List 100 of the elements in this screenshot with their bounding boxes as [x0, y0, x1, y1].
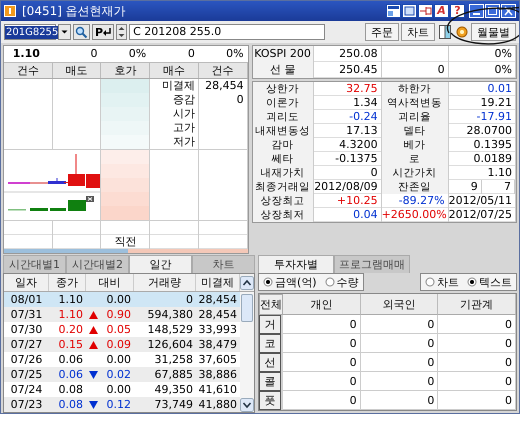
help-button[interactable]: ? [450, 4, 465, 18]
table-cell-text: 0 [185, 292, 194, 307]
table-cell-text: 31,258 [154, 352, 194, 367]
table-cell-text: 49,350 [154, 382, 194, 397]
table-cell-text: 28,454 [198, 307, 238, 322]
layout-icon[interactable] [386, 4, 401, 18]
stat-label: 쎄타 [252, 152, 314, 166]
scrollbar[interactable] [240, 292, 254, 412]
stat-label: 내재가치 [252, 166, 314, 180]
table-cell: 0 [283, 315, 361, 334]
table-cell-text: 07/23 [10, 397, 44, 412]
table-cell: 0 [360, 315, 438, 334]
stat-label: 감마 [252, 138, 314, 152]
info-label: 미결제 [150, 79, 199, 93]
column-header: 호가 [101, 63, 150, 78]
table-row[interactable]: 07/31 1.10 0.90 594,380 28,454 [4, 307, 240, 322]
market-button[interactable]: 전체 [259, 294, 283, 315]
market-button[interactable]: 코 [259, 334, 281, 353]
tab[interactable]: 시간대별2 [66, 255, 129, 273]
stat-value: 19.21 [448, 96, 516, 110]
window-title: [0451] 옵션현재가 [22, 2, 126, 20]
table-cell-text: 148,529 [146, 322, 194, 337]
info-value: 28,454 [198, 79, 248, 93]
table-cell-text: 594,380 [146, 307, 194, 322]
table-cell: 0 [360, 353, 438, 372]
table-row[interactable]: 08/01 1.10 0.00 0 28,454 [4, 292, 240, 307]
stat-label: 최종거래일 [252, 180, 314, 194]
stat-label: 하한가 [382, 82, 449, 96]
column-header: 매수 [150, 63, 199, 78]
radio-label[interactable]: 차트 [437, 274, 459, 290]
column-header: 대비 [86, 274, 134, 291]
table-cell-text: 0.12 [106, 397, 132, 412]
quote-value: 1.10 [12, 46, 41, 62]
stat-value: -17.91 [448, 110, 516, 124]
font-button[interactable]: A [434, 4, 449, 18]
tab[interactable]: 차트 [192, 255, 255, 273]
radio-label[interactable]: 수량 [336, 274, 359, 290]
tab[interactable]: 시간대별1 [3, 255, 66, 273]
tab[interactable]: 프로그램매매 [334, 255, 410, 273]
pin-icon[interactable] [418, 4, 433, 18]
tab[interactable]: 투자자별 [258, 255, 334, 273]
stat-value: 2012/05/11 [448, 194, 516, 208]
window-icon[interactable] [402, 4, 417, 18]
table-cell-text: 0.90 [106, 307, 132, 322]
market-button[interactable]: 거 [259, 315, 281, 334]
column-header: 건수 [4, 63, 53, 78]
document-icon[interactable] [437, 24, 453, 40]
code-field[interactable]: 201G8255 [4, 24, 56, 40]
market-rate: 0% [448, 46, 516, 62]
table-row[interactable]: 07/27 0.15 0.09 126,604 38,479 [4, 337, 240, 352]
info-value: 0 [198, 93, 248, 107]
stat-value: -89.27% [382, 194, 449, 208]
info-label: 시가 [150, 107, 199, 121]
table-cell-text: 0.08 [58, 397, 84, 412]
stat-value: 0.0189 [448, 152, 516, 166]
radio-button[interactable] [263, 277, 273, 287]
spin-button[interactable] [116, 24, 128, 40]
search-button[interactable] [73, 24, 90, 40]
table-row[interactable]: 07/23 0.08 0.12 73,749 41,880 [4, 397, 240, 412]
table-row[interactable]: 07/25 0.06 0.02 67,885 38,886 [4, 367, 240, 382]
scroll-down-button[interactable] [240, 398, 254, 412]
p-button[interactable]: P [92, 24, 114, 40]
table-cell-text: 0.02 [106, 367, 132, 382]
market-button[interactable]: 콜 [259, 372, 281, 391]
stat-value: 9 [448, 180, 482, 194]
monthly-button[interactable]: 월물별 [471, 23, 516, 41]
toolbar-button[interactable]: 차트 [401, 23, 435, 41]
table-cell: 0 [438, 315, 516, 334]
market-rate: 0% [448, 62, 516, 78]
radio-button[interactable] [467, 277, 477, 287]
gear-icon[interactable] [455, 24, 469, 40]
column-header: 거래량 [134, 274, 196, 291]
minimize-button[interactable] [469, 4, 484, 18]
table-cell-text: 1.10 [58, 292, 84, 307]
column-header: 매도 [52, 63, 102, 78]
app-icon [4, 5, 16, 17]
quote-value: 0% [225, 46, 245, 62]
table-cell-text: 07/30 [10, 322, 44, 337]
info-label: 고가 [150, 121, 199, 135]
table-cell-text: 07/25 [10, 367, 44, 382]
table-cell: 0 [283, 353, 361, 372]
dropdown-button[interactable] [58, 24, 71, 40]
market-button[interactable]: 풋 [259, 391, 281, 410]
table-cell-text: 0.15 [58, 337, 84, 352]
stat-value: 0.1395 [448, 138, 516, 152]
table-cell: 0 [438, 353, 516, 372]
market-value: 250.45 [314, 62, 382, 78]
ask-price-cell [101, 121, 150, 135]
radio-label[interactable]: 텍스트 [479, 274, 512, 290]
radio-button[interactable] [425, 277, 435, 287]
radio-button[interactable] [324, 277, 335, 287]
market-button[interactable]: 선 [259, 353, 281, 372]
tab[interactable]: 일간 [129, 255, 192, 273]
contract-field[interactable]: C 201208 255.0 [129, 24, 326, 40]
scroll-thumb[interactable] [241, 294, 253, 322]
scroll-up-button[interactable] [240, 276, 254, 290]
radio-label[interactable]: 금액(억) [275, 274, 317, 290]
toolbar-button[interactable]: 주문 [365, 23, 399, 41]
market-label: KOSPI 200 [252, 46, 314, 62]
ask-price-cell [101, 107, 150, 121]
